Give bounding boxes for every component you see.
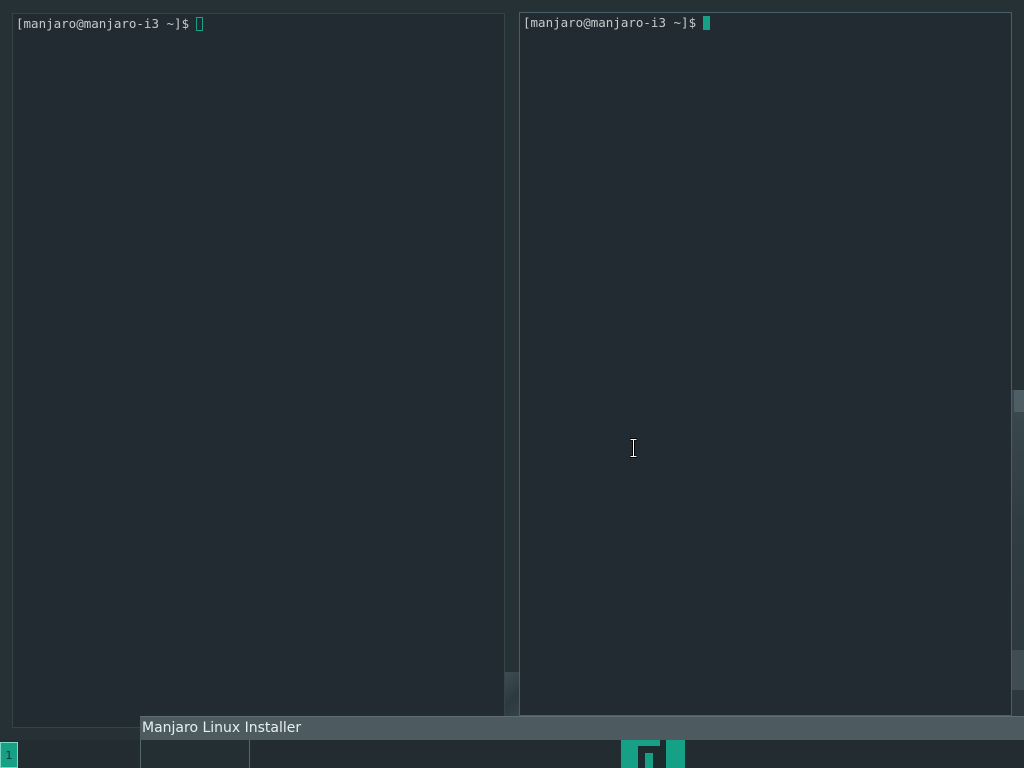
ibeam-cursor-icon xyxy=(630,438,637,458)
terminal-prompt-line: [manjaro@manjaro-i3 ~]$ xyxy=(523,15,711,31)
terminal-window-left[interactable]: [manjaro@manjaro-i3 ~]$ xyxy=(12,13,505,728)
installer-window-body[interactable] xyxy=(140,740,250,768)
terminal-window-right[interactable]: [manjaro@manjaro-i3 ~]$ xyxy=(519,12,1012,716)
text-cursor xyxy=(196,17,204,31)
installer-window-titlebar[interactable]: Manjaro Linux Installer xyxy=(140,716,1024,740)
desktop: [manjaro@manjaro-i3 ~]$ [manjaro@manjaro… xyxy=(0,0,1024,768)
wallpaper-fragment xyxy=(1012,390,1024,716)
workspace-button-1[interactable]: 1 xyxy=(0,742,18,768)
terminal-prompt-line: [manjaro@manjaro-i3 ~]$ xyxy=(16,16,204,32)
installer-window-title: Manjaro Linux Installer xyxy=(142,720,302,736)
manjaro-logo-icon xyxy=(621,740,685,768)
text-cursor xyxy=(703,16,711,30)
wallpaper-fragment xyxy=(505,672,519,716)
shell-prompt: [manjaro@manjaro-i3 ~]$ xyxy=(523,15,697,30)
shell-prompt: [manjaro@manjaro-i3 ~]$ xyxy=(16,16,190,31)
